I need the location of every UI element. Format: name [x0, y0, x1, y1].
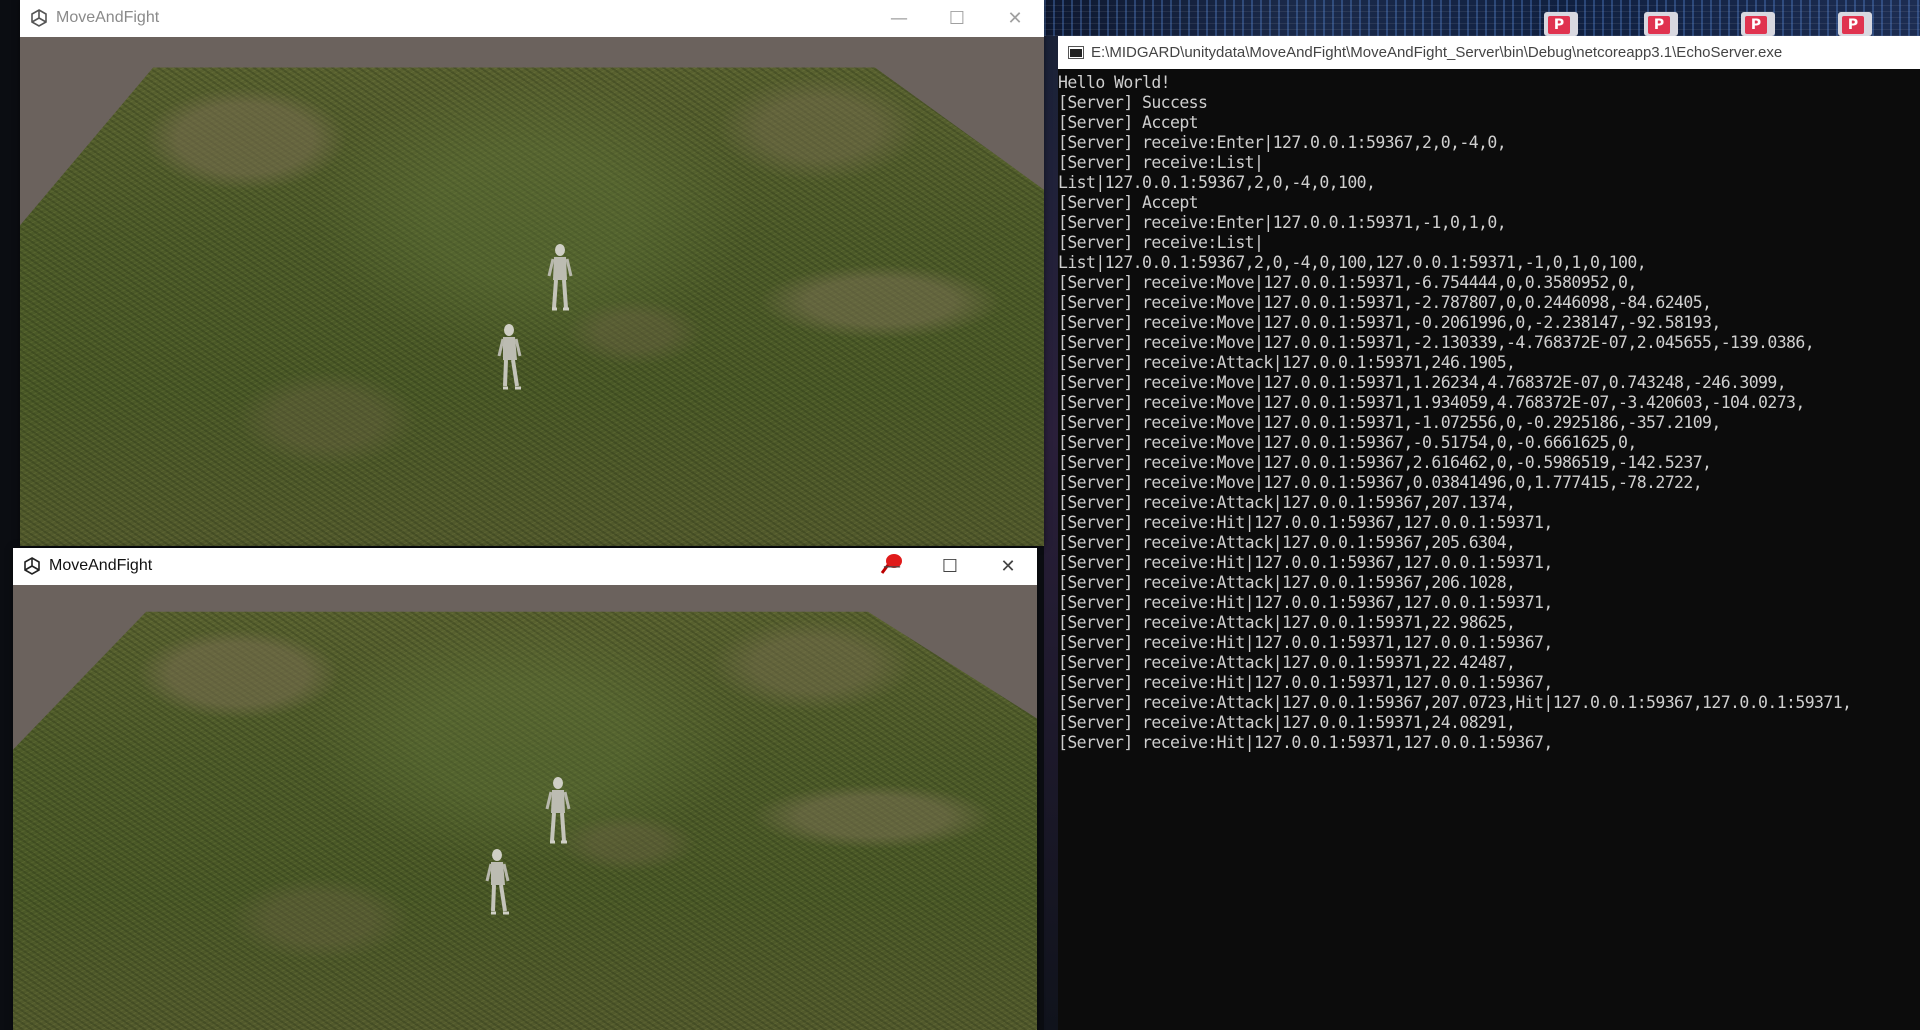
console-line: [Server] receive:Move|127.0.0.1:59371,1.… — [1058, 373, 1787, 392]
minimize-icon: — — [890, 7, 908, 29]
console-line: [Server] receive:Attack|127.0.0.1:59367,… — [1058, 693, 1852, 712]
game-window-top[interactable]: MoveAndFight — ☐ ✕ — [20, 0, 1044, 546]
console-output[interactable]: Hello World! [Server] Success [Server] Acc… — [1058, 71, 1920, 1030]
desktop-shortcut[interactable]: P — [1544, 12, 1578, 36]
console-line: [Server] receive:List| — [1058, 233, 1264, 252]
shortcut-badge: P — [1548, 16, 1570, 34]
console-line: [Server] receive:Move|127.0.0.1:59371,-6… — [1058, 273, 1637, 292]
console-title: E:\MIDGARD\unitydata\MoveAndFight\MoveAn… — [1091, 44, 1783, 61]
enemy-character — [497, 324, 522, 390]
shortcut-badge: P — [1745, 16, 1767, 34]
console-line: [Server] receive:Move|127.0.0.1:59371,-2… — [1058, 293, 1712, 312]
close-button[interactable]: ✕ — [979, 548, 1037, 584]
minimize-icon: — — [883, 555, 901, 577]
console-line: [Server] receive:Move|127.0.0.1:59371,-2… — [1058, 333, 1815, 352]
unity-icon — [24, 557, 40, 575]
desktop-shortcut[interactable]: P — [1741, 12, 1775, 36]
maximize-icon: ☐ — [948, 7, 966, 29]
console-line: [Server] receive:Hit|127.0.0.1:59367,127… — [1058, 593, 1553, 612]
close-icon: ✕ — [1007, 7, 1023, 29]
console-line: Hello World! — [1058, 73, 1171, 92]
minimize-button[interactable]: — — [863, 548, 921, 584]
console-line: [Server] receive:Attack|127.0.0.1:59367,… — [1058, 493, 1516, 512]
console-line: [Server] receive:Move|127.0.0.1:59367,2.… — [1058, 453, 1712, 472]
console-line: [Server] receive:Move|127.0.0.1:59371,1.… — [1058, 393, 1805, 412]
enemy-character — [485, 849, 510, 915]
console-line: List|127.0.0.1:59367,2,0,-4,0,100, — [1058, 173, 1376, 192]
console-line: [Server] Accept — [1058, 113, 1199, 132]
console-line: [Server] receive:Hit|127.0.0.1:59371,127… — [1058, 733, 1553, 752]
window-titlebar[interactable]: MoveAndFight — ☐ ✕ — [20, 0, 1044, 36]
console-line: [Server] Accept — [1058, 193, 1199, 212]
desktop-background: P P P P — [1044, 0, 1920, 36]
maximize-button[interactable]: ☐ — [928, 0, 986, 36]
window-title: MoveAndFight — [49, 557, 153, 574]
console-line: [Server] receive:Attack|127.0.0.1:59371,… — [1058, 653, 1516, 672]
maximize-icon: ☐ — [941, 555, 959, 577]
console-line: [Server] receive:List| — [1058, 153, 1264, 172]
console-line: [Server] receive:Move|127.0.0.1:59371,-1… — [1058, 413, 1721, 432]
desktop-shortcut[interactable]: P — [1838, 12, 1872, 36]
unity-icon — [31, 9, 47, 27]
console-line: [Server] receive:Attack|127.0.0.1:59367,… — [1058, 573, 1516, 592]
close-icon: ✕ — [1000, 555, 1016, 577]
console-line: [Server] receive:Enter|127.0.0.1:59367,2… — [1058, 133, 1507, 152]
maximize-button[interactable]: ☐ — [921, 548, 979, 584]
window-title: MoveAndFight — [56, 9, 160, 26]
console-line: [Server] receive:Move|127.0.0.1:59367,0.… — [1058, 473, 1703, 492]
console-icon — [1068, 46, 1084, 59]
window-titlebar[interactable]: MoveAndFight — ☐ ✕ — [13, 548, 1037, 584]
console-line: [Server] receive:Hit|127.0.0.1:59371,127… — [1058, 633, 1553, 652]
shortcut-badge: P — [1648, 16, 1670, 34]
console-line: [Server] receive:Attack|127.0.0.1:59367,… — [1058, 533, 1516, 552]
console-titlebar[interactable]: E:\MIDGARD\unitydata\MoveAndFight\MoveAn… — [1058, 36, 1920, 69]
console-line: [Server] receive:Hit|127.0.0.1:59371,127… — [1058, 673, 1553, 692]
player-character — [547, 244, 573, 311]
console-line: [Server] receive:Attack|127.0.0.1:59371,… — [1058, 713, 1516, 732]
console-line: [Server] receive:Hit|127.0.0.1:59367,127… — [1058, 553, 1553, 572]
grass-terrain — [20, 67, 1044, 546]
console-line: [Server] receive:Hit|127.0.0.1:59367,127… — [1058, 513, 1553, 532]
grass-terrain — [13, 611, 1037, 1030]
game-viewport[interactable] — [20, 37, 1044, 546]
game-window-bottom[interactable]: MoveAndFight — ☐ ✕ — [13, 548, 1037, 1030]
console-window[interactable]: E:\MIDGARD\unitydata\MoveAndFight\MoveAn… — [1058, 36, 1920, 1030]
console-line: [Server] Success — [1058, 93, 1208, 112]
console-line: [Server] receive:Attack|127.0.0.1:59371,… — [1058, 613, 1516, 632]
minimize-button[interactable]: — — [870, 0, 928, 36]
console-line: [Server] receive:Attack|127.0.0.1:59371,… — [1058, 353, 1516, 372]
game-viewport[interactable] — [13, 585, 1037, 1030]
player-character — [545, 777, 571, 844]
console-line: [Server] receive:Move|127.0.0.1:59371,-0… — [1058, 313, 1721, 332]
shortcut-badge: P — [1842, 16, 1864, 34]
console-line: [Server] receive:Enter|127.0.0.1:59371,-… — [1058, 213, 1507, 232]
desktop-edge — [1044, 36, 1058, 1030]
console-line: [Server] receive:Move|127.0.0.1:59367,-0… — [1058, 433, 1637, 452]
desktop-shortcut[interactable]: P — [1644, 12, 1678, 36]
console-line: List|127.0.0.1:59367,2,0,-4,0,100,127.0.… — [1058, 253, 1647, 272]
close-button[interactable]: ✕ — [986, 0, 1044, 36]
